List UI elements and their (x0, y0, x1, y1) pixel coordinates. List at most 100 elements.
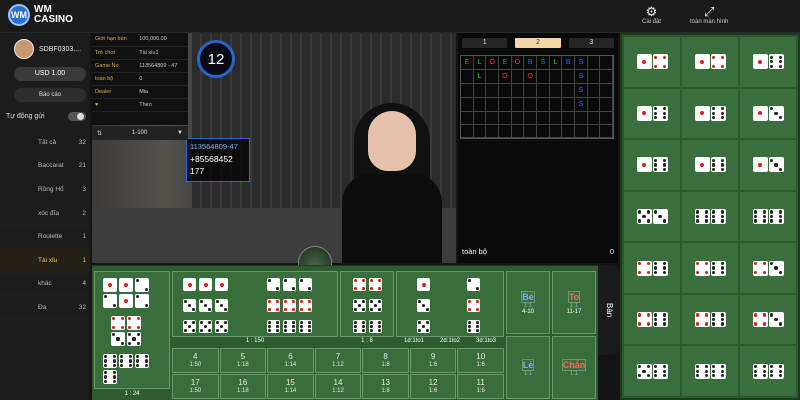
bet-sum-7[interactable]: 7 1:12 (314, 348, 362, 373)
auto-send-toggle[interactable] (68, 112, 86, 121)
die-2 (135, 294, 149, 308)
bet-sum-5[interactable]: 5 1:18 (219, 348, 267, 373)
road-cell (562, 84, 575, 98)
avatar[interactable] (14, 39, 34, 59)
sidebar-item-3[interactable]: xóc đĩa 2 (0, 202, 90, 226)
pip (104, 371, 108, 375)
die-3 (768, 312, 784, 328)
bet-sum-12[interactable]: 12 1:6 (409, 374, 457, 399)
bet-sum-9[interactable]: 9 1:6 (409, 348, 457, 373)
road-cell: S (575, 56, 588, 70)
bet-double[interactable] (340, 271, 394, 337)
info-key: Game No (92, 59, 137, 73)
pip (136, 363, 140, 367)
road-tab-3[interactable]: 3 (568, 38, 614, 48)
road-cell (499, 84, 512, 98)
bet-2[interactable]: Lẻ 1:1 (506, 336, 550, 399)
pip (268, 321, 272, 325)
bet-specific-triple[interactable] (172, 271, 338, 337)
settings-button[interactable]: ⚙ Cài đặt (642, 4, 661, 25)
bet-1[interactable]: To 1:1 11-17 (552, 271, 596, 334)
pip (354, 286, 358, 290)
sidebar-item-2[interactable]: Rồng Hổ 3 (0, 178, 90, 202)
pip (468, 307, 472, 311)
road-total-value: 0 (609, 246, 614, 256)
bet-sum-6[interactable]: 6 1:14 (267, 348, 314, 373)
info-value: Mia (136, 85, 188, 99)
pip (354, 279, 358, 283)
sidebar-item-1[interactable]: Baccarat 21 (0, 155, 90, 179)
pip (268, 328, 272, 332)
road-cell (600, 112, 613, 125)
bet-sum-17[interactable]: 17 1:50 (172, 374, 219, 399)
road-tab-1[interactable]: 1 (462, 38, 508, 48)
road-cell: S (575, 70, 588, 84)
sidebar-item-7[interactable]: Đa 32 (0, 296, 90, 320)
bet-sum-10[interactable]: 10 1:6 (457, 348, 504, 373)
pip (223, 307, 227, 311)
pip (136, 325, 140, 329)
pip (653, 322, 658, 326)
sum-number: 17 (190, 378, 200, 387)
pip (216, 300, 220, 304)
road-cell: O (486, 56, 499, 70)
bet-sum-4[interactable]: 4 1:50 (172, 348, 219, 373)
report-button[interactable]: Báo cáo (14, 88, 86, 102)
pip (704, 210, 709, 214)
pip (422, 325, 425, 328)
pip (637, 261, 642, 266)
pip (268, 325, 272, 328)
bet-range-select[interactable]: ⇅ 1-100 ▼ (92, 126, 188, 140)
balance-button[interactable]: USD 1.00 (14, 67, 86, 81)
bet-sum-8[interactable]: 8 1:8 (362, 348, 409, 373)
die-6 (752, 208, 768, 224)
sum-odds: 1:14 (284, 362, 297, 368)
bet-big-small-odd-even: Bé 1:1 4-10 To 1:1 11-17 Lẻ 1:1 Chẵn 1:1 (506, 271, 596, 399)
bet-sum-16[interactable]: 16 1:18 (219, 374, 267, 399)
pip (291, 325, 295, 328)
pip (711, 158, 716, 163)
chevron-down-icon: ▼ (177, 130, 183, 136)
sidebar-item-label: xóc đĩa (38, 209, 59, 217)
pip (778, 322, 783, 326)
sum-number: 11 (476, 378, 485, 387)
sum-number: 4 (193, 352, 198, 361)
pip (207, 307, 211, 311)
bet-single[interactable] (396, 271, 504, 337)
table-side-tab[interactable]: Bàn (598, 265, 620, 355)
sidebar-item-4[interactable]: Roulette 1 (0, 225, 90, 249)
die-6 (369, 320, 382, 333)
sum-number: 8 (383, 352, 388, 361)
road-tab-2[interactable]: 2 (515, 38, 561, 48)
bet-0[interactable]: Bé 1:1 4-10 (506, 271, 550, 334)
pip (370, 328, 374, 332)
bet-any-triple[interactable] (94, 271, 170, 389)
pip (769, 64, 774, 68)
sum-odds: 1:18 (237, 362, 249, 368)
fullscreen-button[interactable]: ⤢ toàn màn hình (690, 4, 728, 25)
road-cell: L (549, 56, 563, 70)
sidebar-item-0[interactable]: Tất cả 32 (0, 131, 90, 155)
pip (475, 321, 479, 325)
bet-3[interactable]: Chẵn 1:1 (552, 336, 596, 399)
pip (112, 375, 116, 379)
pip (219, 282, 224, 287)
pip (662, 266, 667, 270)
pip (204, 304, 207, 307)
sum-odds: 1:6 (476, 362, 485, 368)
bet-sum-11[interactable]: 11 1:6 (457, 374, 504, 399)
die-1 (183, 278, 196, 291)
bet-sum-14[interactable]: 14 1:12 (314, 374, 362, 399)
pip (468, 279, 472, 283)
pip (753, 322, 758, 326)
road-cell: O (499, 70, 512, 84)
bet-sum-15[interactable]: 15 1:14 (267, 374, 314, 399)
pip (695, 365, 700, 369)
pip (284, 307, 288, 311)
result-cell (740, 140, 796, 190)
sidebar-item-6[interactable]: khác 4 (0, 273, 90, 297)
pip (778, 116, 783, 120)
sidebar-item-5[interactable]: Tài xỉu 1 (0, 248, 90, 273)
bet-sum-13[interactable]: 13 1:8 (362, 374, 409, 399)
game-menu: Tất cả 32 Baccarat 21 Rồng Hổ 3 xóc đĩa 2 Roulet… (0, 131, 90, 320)
